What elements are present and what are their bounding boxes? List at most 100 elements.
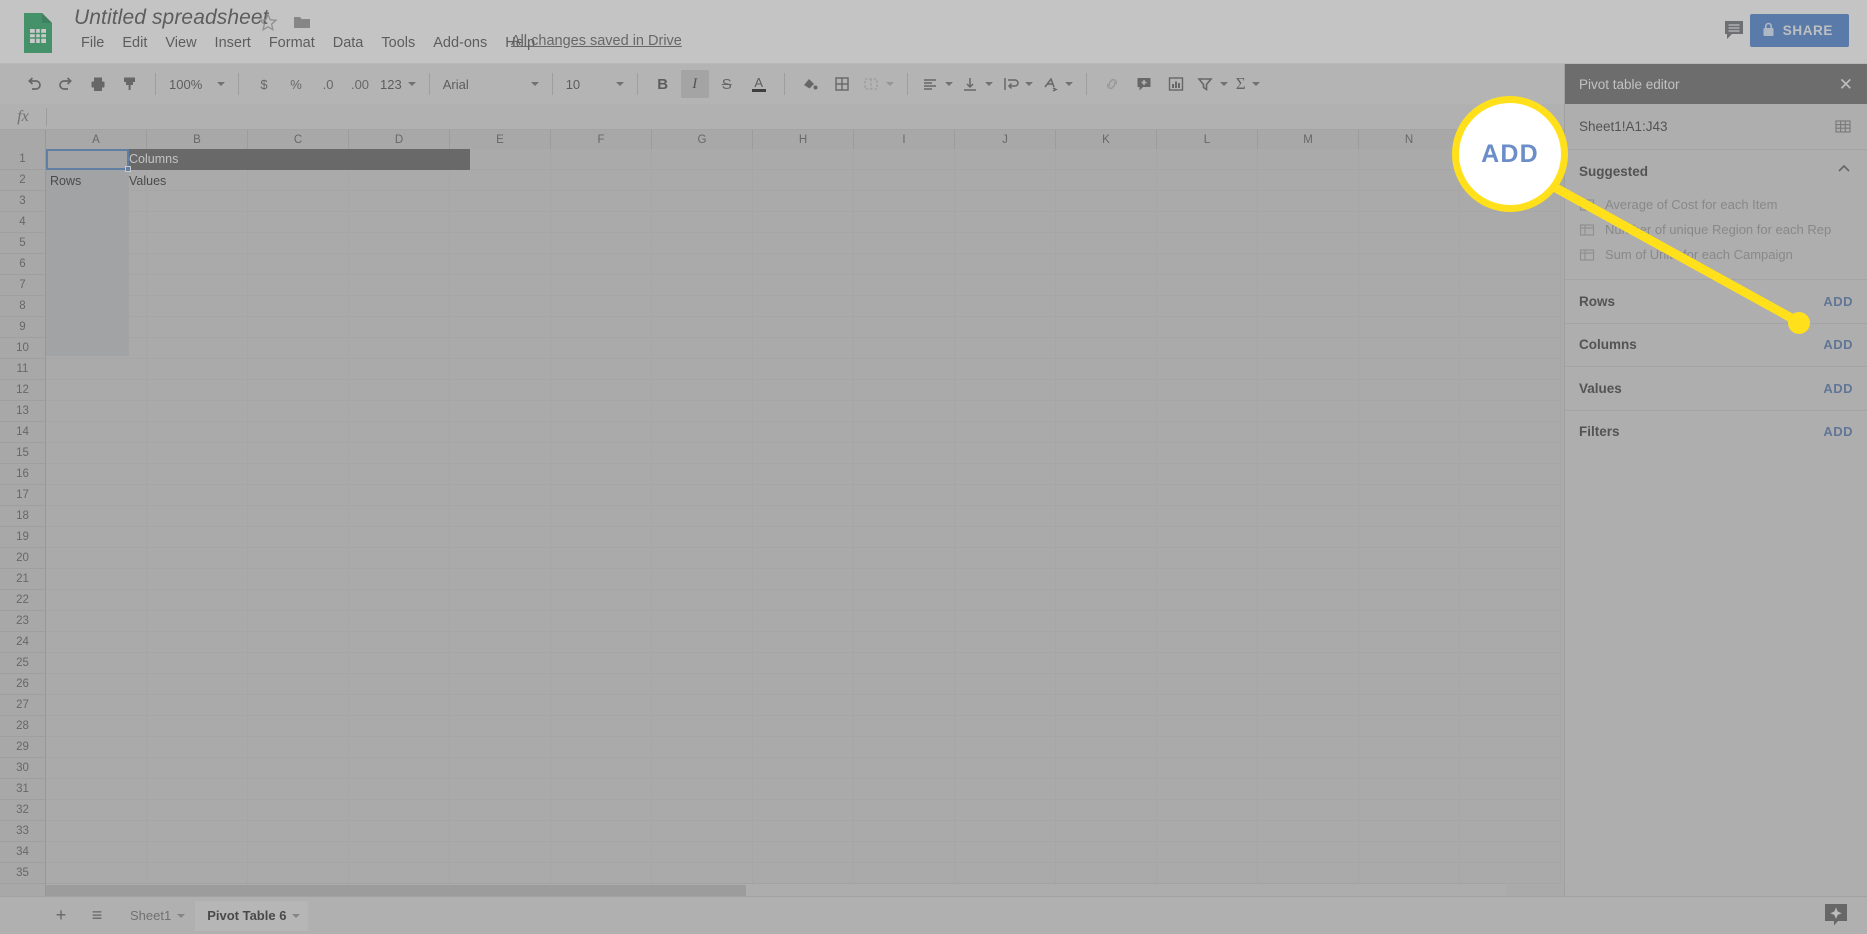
cell-C29[interactable] xyxy=(248,737,349,758)
cell-N5[interactable] xyxy=(1359,233,1460,254)
cell-E27[interactable] xyxy=(450,695,551,716)
row-header-13[interactable]: 13 xyxy=(0,401,45,422)
formula-input[interactable] xyxy=(47,104,1564,129)
cell-E35[interactable] xyxy=(450,863,551,884)
cell-B5[interactable] xyxy=(147,233,248,254)
horizontal-align-icon[interactable] xyxy=(917,71,957,97)
cell-K10[interactable] xyxy=(1056,338,1157,359)
cell-L9[interactable] xyxy=(1157,317,1258,338)
cell-J17[interactable] xyxy=(955,485,1056,506)
share-button[interactable]: SHARE xyxy=(1749,14,1849,47)
cell-E32[interactable] xyxy=(450,800,551,821)
cell-O15[interactable] xyxy=(1460,443,1561,464)
cell-O26[interactable] xyxy=(1460,674,1561,695)
cell-H21[interactable] xyxy=(753,569,854,590)
cell-G30[interactable] xyxy=(652,758,753,779)
undo-icon[interactable] xyxy=(20,70,48,98)
more-formats-selector[interactable]: 123 xyxy=(376,71,420,97)
cell-N23[interactable] xyxy=(1359,611,1460,632)
cell-I24[interactable] xyxy=(854,632,955,653)
cell-J20[interactable] xyxy=(955,548,1056,569)
cell-K3[interactable] xyxy=(1056,191,1157,212)
cell-A22[interactable] xyxy=(46,590,147,611)
cell-D35[interactable] xyxy=(349,863,450,884)
cell-I5[interactable] xyxy=(854,233,955,254)
data-range-row[interactable]: Sheet1!A1:J43 xyxy=(1565,104,1867,150)
cell-H1[interactable] xyxy=(753,149,854,170)
cell-G3[interactable] xyxy=(652,191,753,212)
row-header-24[interactable]: 24 xyxy=(0,632,45,653)
cell-I26[interactable] xyxy=(854,674,955,695)
cell-B20[interactable] xyxy=(147,548,248,569)
cell-I10[interactable] xyxy=(854,338,955,359)
cell-A21[interactable] xyxy=(46,569,147,590)
row-header-31[interactable]: 31 xyxy=(0,779,45,800)
cell-N28[interactable] xyxy=(1359,716,1460,737)
filter-icon[interactable] xyxy=(1192,71,1232,97)
cell-H16[interactable] xyxy=(753,464,854,485)
chevron-up-icon[interactable] xyxy=(1835,160,1853,183)
column-header-e[interactable]: E xyxy=(450,130,551,149)
cell-G25[interactable] xyxy=(652,653,753,674)
cell-L13[interactable] xyxy=(1157,401,1258,422)
cell-C18[interactable] xyxy=(248,506,349,527)
cell-N6[interactable] xyxy=(1359,254,1460,275)
cell-C30[interactable] xyxy=(248,758,349,779)
cell-M11[interactable] xyxy=(1258,359,1359,380)
cell-M19[interactable] xyxy=(1258,527,1359,548)
cell-D12[interactable] xyxy=(349,380,450,401)
row-header-3[interactable]: 3 xyxy=(0,191,45,212)
row-header-29[interactable]: 29 xyxy=(0,737,45,758)
cell-E11[interactable] xyxy=(450,359,551,380)
active-cell-selection[interactable] xyxy=(46,149,129,170)
column-header-d[interactable]: D xyxy=(349,130,450,149)
cell-E7[interactable] xyxy=(450,275,551,296)
cell-C6[interactable] xyxy=(248,254,349,275)
column-header-k[interactable]: K xyxy=(1056,130,1157,149)
row-header-17[interactable]: 17 xyxy=(0,485,45,506)
cell-E9[interactable] xyxy=(450,317,551,338)
cell-D20[interactable] xyxy=(349,548,450,569)
cell-L7[interactable] xyxy=(1157,275,1258,296)
cell-J11[interactable] xyxy=(955,359,1056,380)
cell-B10[interactable] xyxy=(147,338,248,359)
cell-B18[interactable] xyxy=(147,506,248,527)
cell-J26[interactable] xyxy=(955,674,1056,695)
cell-D34[interactable] xyxy=(349,842,450,863)
cell-J34[interactable] xyxy=(955,842,1056,863)
cell-F11[interactable] xyxy=(551,359,652,380)
percent-format-button[interactable]: % xyxy=(282,70,310,98)
cell-M18[interactable] xyxy=(1258,506,1359,527)
cell-N25[interactable] xyxy=(1359,653,1460,674)
cell-G23[interactable] xyxy=(652,611,753,632)
row-header-12[interactable]: 12 xyxy=(0,380,45,401)
cell-G35[interactable] xyxy=(652,863,753,884)
cell-H29[interactable] xyxy=(753,737,854,758)
cell-G31[interactable] xyxy=(652,779,753,800)
cell-C12[interactable] xyxy=(248,380,349,401)
cell-E28[interactable] xyxy=(450,716,551,737)
cell-I23[interactable] xyxy=(854,611,955,632)
cell-A33[interactable] xyxy=(46,821,147,842)
cell-I1[interactable] xyxy=(854,149,955,170)
cell-N1[interactable] xyxy=(1359,149,1460,170)
cell-M32[interactable] xyxy=(1258,800,1359,821)
column-header-g[interactable]: G xyxy=(652,130,753,149)
cell-F1[interactable] xyxy=(551,149,652,170)
cell-J27[interactable] xyxy=(955,695,1056,716)
cell-L8[interactable] xyxy=(1157,296,1258,317)
cell-M15[interactable] xyxy=(1258,443,1359,464)
cell-A12[interactable] xyxy=(46,380,147,401)
cell-C13[interactable] xyxy=(248,401,349,422)
cell-L31[interactable] xyxy=(1157,779,1258,800)
cell-H19[interactable] xyxy=(753,527,854,548)
cell-O22[interactable] xyxy=(1460,590,1561,611)
row-header-26[interactable]: 26 xyxy=(0,674,45,695)
add-values-button[interactable]: ADD xyxy=(1823,381,1853,396)
cell-O21[interactable] xyxy=(1460,569,1561,590)
cell-M29[interactable] xyxy=(1258,737,1359,758)
menu-file[interactable]: File xyxy=(72,33,113,53)
cell-O25[interactable] xyxy=(1460,653,1561,674)
cell-E29[interactable] xyxy=(450,737,551,758)
cell-A25[interactable] xyxy=(46,653,147,674)
